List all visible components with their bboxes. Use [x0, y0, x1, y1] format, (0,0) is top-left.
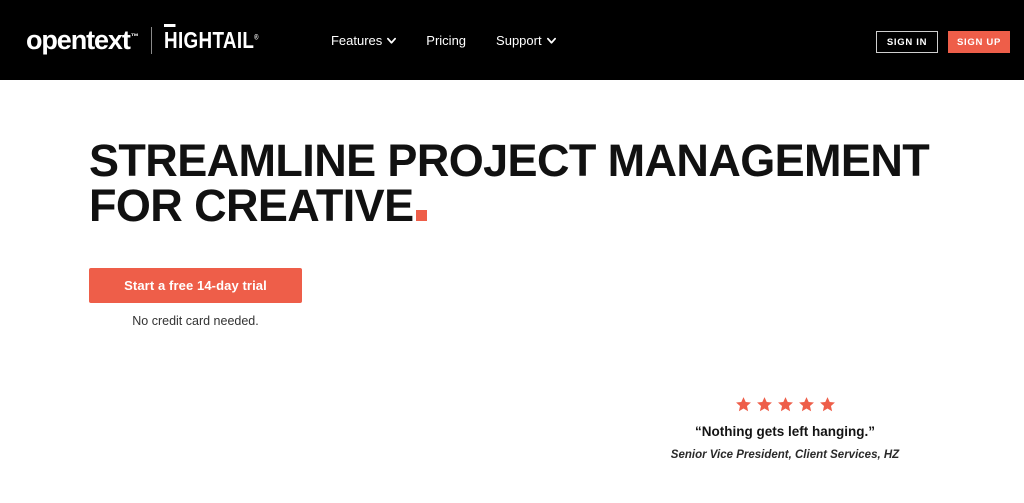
cta-subtext: No credit card needed.: [132, 314, 259, 328]
star-icon: [777, 396, 794, 413]
nav-item-features[interactable]: Features: [330, 32, 397, 48]
start-trial-button[interactable]: Start a free 14-day trial: [89, 268, 302, 303]
sign-up-button[interactable]: SIGN UP: [948, 31, 1010, 53]
main-navigation: Features Pricing Support: [331, 34, 556, 47]
star-icon: [756, 396, 773, 413]
star-rating: [640, 396, 930, 413]
testimonial-quote: “Nothing gets left hanging.”: [695, 424, 875, 439]
hightail-wordmark: HIGHTAIL®: [163, 23, 259, 53]
headline-line-2: FOR CREATIVE: [89, 183, 929, 228]
trademark-icon: ™: [130, 31, 139, 41]
testimonial-attribution: Senior Vice President, Client Services, …: [670, 449, 900, 462]
opentext-wordmark: opentext™: [26, 24, 139, 55]
registered-icon: ®: [253, 33, 259, 41]
site-header: opentext™ HIGHTAIL® Features Pricing Sup…: [0, 0, 1024, 80]
chevron-down-icon[interactable]: [546, 36, 556, 45]
opentext-wordmark-text: opentext: [26, 24, 131, 55]
brand-logo[interactable]: opentext™ HIGHTAIL®: [26, 20, 279, 60]
star-icon: [735, 396, 752, 413]
auth-buttons: SIGN IN SIGN UP: [876, 31, 1010, 53]
nav-item-pricing-label: Pricing: [426, 32, 467, 48]
headline-line-1: STREAMLINE PROJECT MANAGEMENT: [89, 135, 930, 186]
hero-headline: STREAMLINE PROJECT MANAGEMENT FOR CREATI…: [89, 135, 930, 228]
macron-bar-icon: [163, 23, 176, 27]
star-icon: [819, 396, 836, 413]
chevron-down-icon[interactable]: [387, 36, 397, 45]
headline-line-2-text: FOR CREATIVE: [89, 180, 414, 231]
nav-item-support-label: Support: [496, 32, 542, 48]
hightail-wordmark-text: HIGHTAIL: [163, 26, 254, 53]
nav-item-support[interactable]: Support: [496, 34, 556, 47]
nav-item-features-label: Features: [330, 32, 383, 48]
sign-in-button[interactable]: SIGN IN: [876, 31, 938, 53]
testimonial-block: “Nothing gets left hanging.” Senior Vice…: [640, 396, 930, 463]
logo-divider: [150, 26, 152, 54]
star-icon: [798, 396, 815, 413]
landing-page: opentext™ HIGHTAIL® Features Pricing Sup…: [0, 0, 1024, 503]
accent-period-icon: [416, 210, 428, 221]
nav-item-pricing[interactable]: Pricing: [426, 34, 466, 47]
hero-cta: Start a free 14-day trial No credit card…: [89, 268, 302, 328]
